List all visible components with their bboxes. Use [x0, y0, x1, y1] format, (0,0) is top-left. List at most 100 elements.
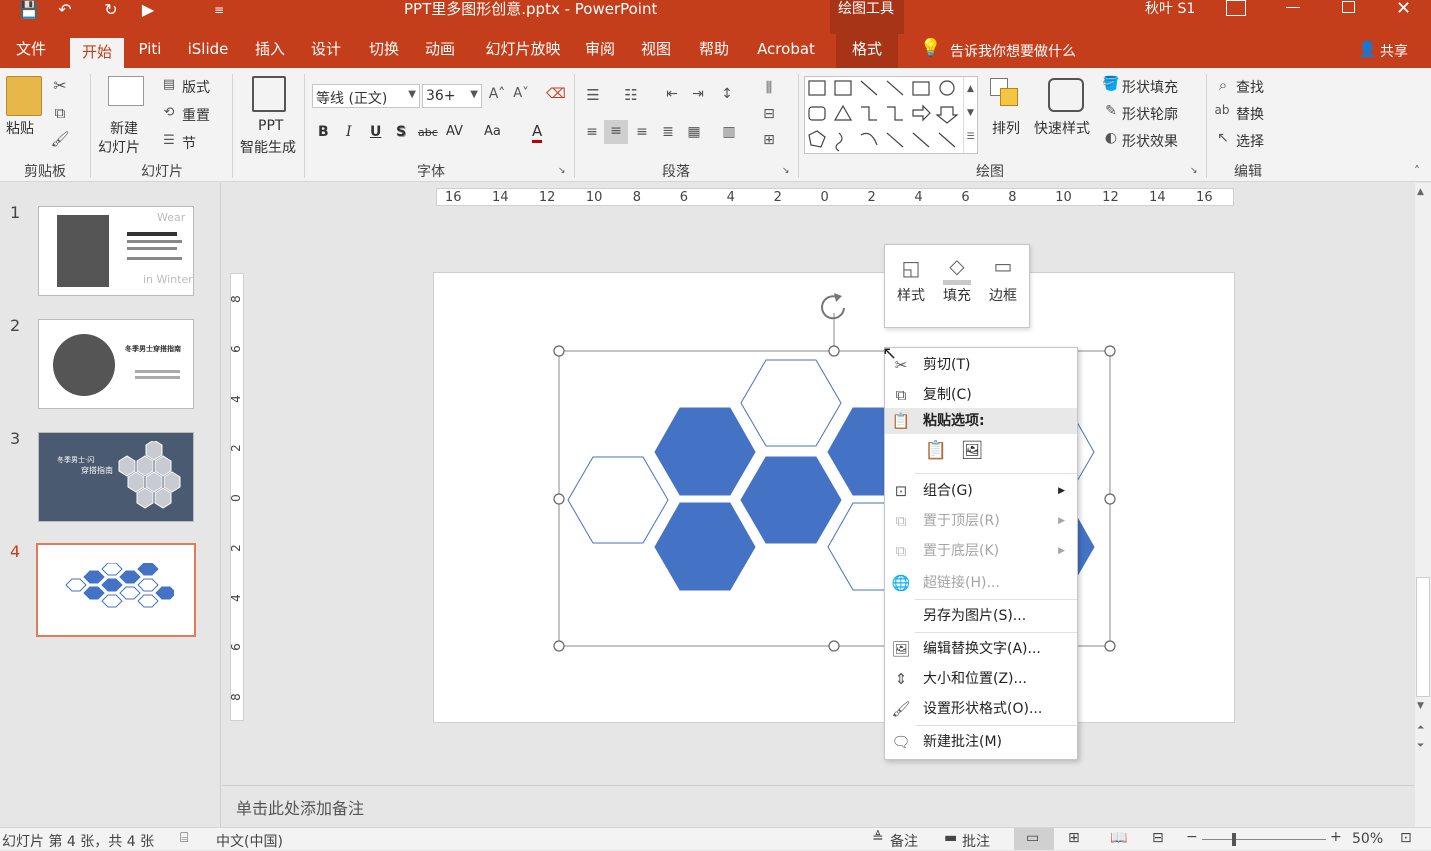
- paste-icon[interactable]: [6, 76, 42, 116]
- undo-icon[interactable]: ↶: [54, 0, 76, 20]
- reset-button[interactable]: 重置: [182, 105, 210, 125]
- find-icon[interactable]: ⌕: [1214, 76, 1232, 94]
- shapes-gallery[interactable]: ▲ ▼ ☰: [804, 76, 978, 154]
- align-center-button[interactable]: ≡: [604, 120, 628, 144]
- shape-fill-icon[interactable]: 🪣: [1102, 76, 1120, 92]
- align-left-icon[interactable]: ≡: [582, 124, 602, 140]
- justify-icon[interactable]: ≣: [658, 124, 678, 140]
- line-spacing-icon[interactable]: ↕: [716, 86, 738, 102]
- slide-thumbnail-4[interactable]: [36, 543, 196, 637]
- user-name[interactable]: 秋叶 S1: [1145, 0, 1195, 18]
- copy-icon[interactable]: ⧉: [50, 104, 70, 122]
- spellcheck-icon[interactable]: ⌸: [180, 830, 188, 846]
- close-icon[interactable]: ✕: [1396, 0, 1411, 19]
- maximize-icon[interactable]: [1342, 1, 1355, 13]
- format-painter-icon[interactable]: 🖌: [50, 130, 70, 148]
- slideshow-view-icon[interactable]: ⊟: [1152, 830, 1164, 846]
- redo-icon[interactable]: ↻: [100, 0, 122, 20]
- ribbon-display-icon[interactable]: [1226, 0, 1246, 16]
- bullets-icon[interactable]: ☰: [582, 86, 604, 104]
- decrease-indent-icon[interactable]: ⇤: [662, 86, 682, 102]
- shape-outline-button[interactable]: 形状轮廓: [1122, 104, 1178, 124]
- menu-copy[interactable]: ⧉ 复制(C): [885, 380, 1077, 410]
- slide-thumbnail-3[interactable]: 冬季男士·闪 穿搭指南: [38, 432, 194, 522]
- ppt-generate-button[interactable]: PPT: [258, 118, 283, 134]
- slide-thumbnail-2[interactable]: 冬季男士穿搭指南: [38, 319, 194, 409]
- share-button[interactable]: 共享: [1380, 41, 1408, 61]
- shape-outline-icon[interactable]: ✎: [1102, 103, 1120, 119]
- tab-review[interactable]: 审阅: [578, 34, 622, 68]
- arrange-icon[interactable]: [990, 78, 1024, 114]
- scroll-up-icon[interactable]: ▲: [1417, 187, 1424, 197]
- comments-button[interactable]: 批注: [962, 831, 990, 851]
- replace-button[interactable]: 替换: [1236, 104, 1264, 124]
- tab-format[interactable]: 格式: [836, 34, 898, 68]
- vertical-ruler[interactable]: 8 6 4 2 0 2 4 6 8: [229, 273, 244, 721]
- italic-button[interactable]: I: [346, 124, 352, 140]
- font-size-select[interactable]: 36+ ▼: [422, 84, 482, 108]
- normal-view-button[interactable]: ▭: [1014, 828, 1054, 850]
- paste-keep-text-icon[interactable]: 📋: [923, 440, 949, 468]
- clear-format-icon[interactable]: ⌫: [546, 86, 566, 102]
- zoom-slider[interactable]: [1202, 833, 1326, 846]
- text-direction-icon[interactable]: ⫼: [758, 80, 780, 96]
- reading-view-icon[interactable]: 📖: [1110, 830, 1127, 846]
- collapse-ribbon-icon[interactable]: ˄: [1410, 164, 1424, 178]
- cut-icon[interactable]: ✂: [50, 76, 70, 95]
- notes-pane[interactable]: 单击此处添加备注: [222, 785, 1415, 827]
- font-name-select[interactable]: 等线 (正文) ▼: [312, 84, 420, 108]
- paste-picture-icon[interactable]: 🖼: [959, 440, 985, 468]
- layout-icon[interactable]: ▤: [160, 77, 178, 92]
- zoom-slider-thumb[interactable]: [1232, 833, 1236, 846]
- paste-button[interactable]: 粘贴: [6, 118, 34, 138]
- section-icon[interactable]: ☰: [160, 133, 178, 148]
- slide-thumbnail-1[interactable]: Wear in Winter: [38, 206, 194, 296]
- quick-styles-icon[interactable]: [1048, 78, 1084, 112]
- scroll-thumb[interactable]: [1416, 577, 1430, 697]
- bold-button[interactable]: B: [318, 124, 329, 140]
- layout-button[interactable]: 版式: [182, 77, 210, 97]
- zoom-in-icon[interactable]: +: [1330, 829, 1342, 845]
- smartart-icon[interactable]: ⊞: [758, 132, 780, 148]
- underline-button[interactable]: U: [370, 124, 381, 140]
- reset-icon[interactable]: ⟲: [160, 105, 178, 120]
- menu-cut[interactable]: ✂ 剪切(T): [885, 350, 1077, 380]
- slide-canvas[interactable]: [433, 272, 1235, 723]
- scroll-down-icon[interactable]: ▼: [1417, 701, 1424, 711]
- horizontal-ruler[interactable]: 16 14 12 10 8 6 4 2 0 2 4 6 8 10 12 14 16: [436, 188, 1234, 206]
- vertical-scrollbar[interactable]: ▲ ▼ ⏶ ⏷: [1415, 183, 1431, 827]
- slide-sorter-icon[interactable]: ⊞: [1068, 830, 1080, 846]
- select-button[interactable]: 选择: [1236, 131, 1264, 151]
- tab-design[interactable]: 设计: [304, 34, 348, 68]
- comments-icon[interactable]: ▬: [944, 830, 957, 846]
- tab-islide[interactable]: iSlide: [182, 34, 234, 68]
- new-slide-label[interactable]: 幻灯片: [98, 137, 140, 157]
- tab-insert[interactable]: 插入: [248, 34, 292, 68]
- share-icon[interactable]: 👤: [1358, 40, 1377, 58]
- tab-acrobat[interactable]: Acrobat: [750, 34, 822, 68]
- tab-file[interactable]: 文件: [6, 34, 56, 68]
- grow-font-icon[interactable]: A˄: [488, 86, 506, 102]
- menu-new-comment[interactable]: 🗨 新建批注(M): [885, 727, 1077, 757]
- mini-outline-button[interactable]: ▭ 边框: [981, 251, 1025, 311]
- customize-qat-icon[interactable]: ≡: [208, 0, 230, 20]
- tab-slideshow[interactable]: 幻灯片放映: [478, 34, 568, 68]
- tab-piti[interactable]: Piti: [130, 34, 170, 68]
- mini-fill-button[interactable]: ◇ 填充: [935, 251, 979, 311]
- quick-styles-button[interactable]: 快速样式: [1034, 118, 1090, 138]
- menu-edit-alt-text[interactable]: 🖼 编辑替换文字(A)...: [885, 634, 1077, 664]
- shape-effects-icon[interactable]: ◐: [1102, 130, 1120, 146]
- shadow-button[interactable]: S: [396, 124, 406, 140]
- tab-home[interactable]: 开始: [70, 38, 124, 68]
- replace-icon[interactable]: ab: [1212, 103, 1232, 117]
- distributed-icon[interactable]: ▦: [684, 124, 704, 140]
- notes-placeholder[interactable]: 单击此处添加备注: [236, 795, 364, 819]
- previous-slide-icon[interactable]: ⏶: [1417, 723, 1424, 733]
- next-slide-icon[interactable]: ⏷: [1417, 741, 1424, 751]
- increase-indent-icon[interactable]: ⇥: [688, 86, 708, 102]
- strikethrough-button[interactable]: abc: [418, 126, 438, 139]
- present-icon[interactable]: ▶: [136, 0, 160, 20]
- tell-me-box[interactable]: 告诉我你想要做什么: [950, 41, 1076, 61]
- tab-transitions[interactable]: 切换: [362, 34, 406, 68]
- dialog-launcher-icon[interactable]: ↘: [1190, 166, 1198, 176]
